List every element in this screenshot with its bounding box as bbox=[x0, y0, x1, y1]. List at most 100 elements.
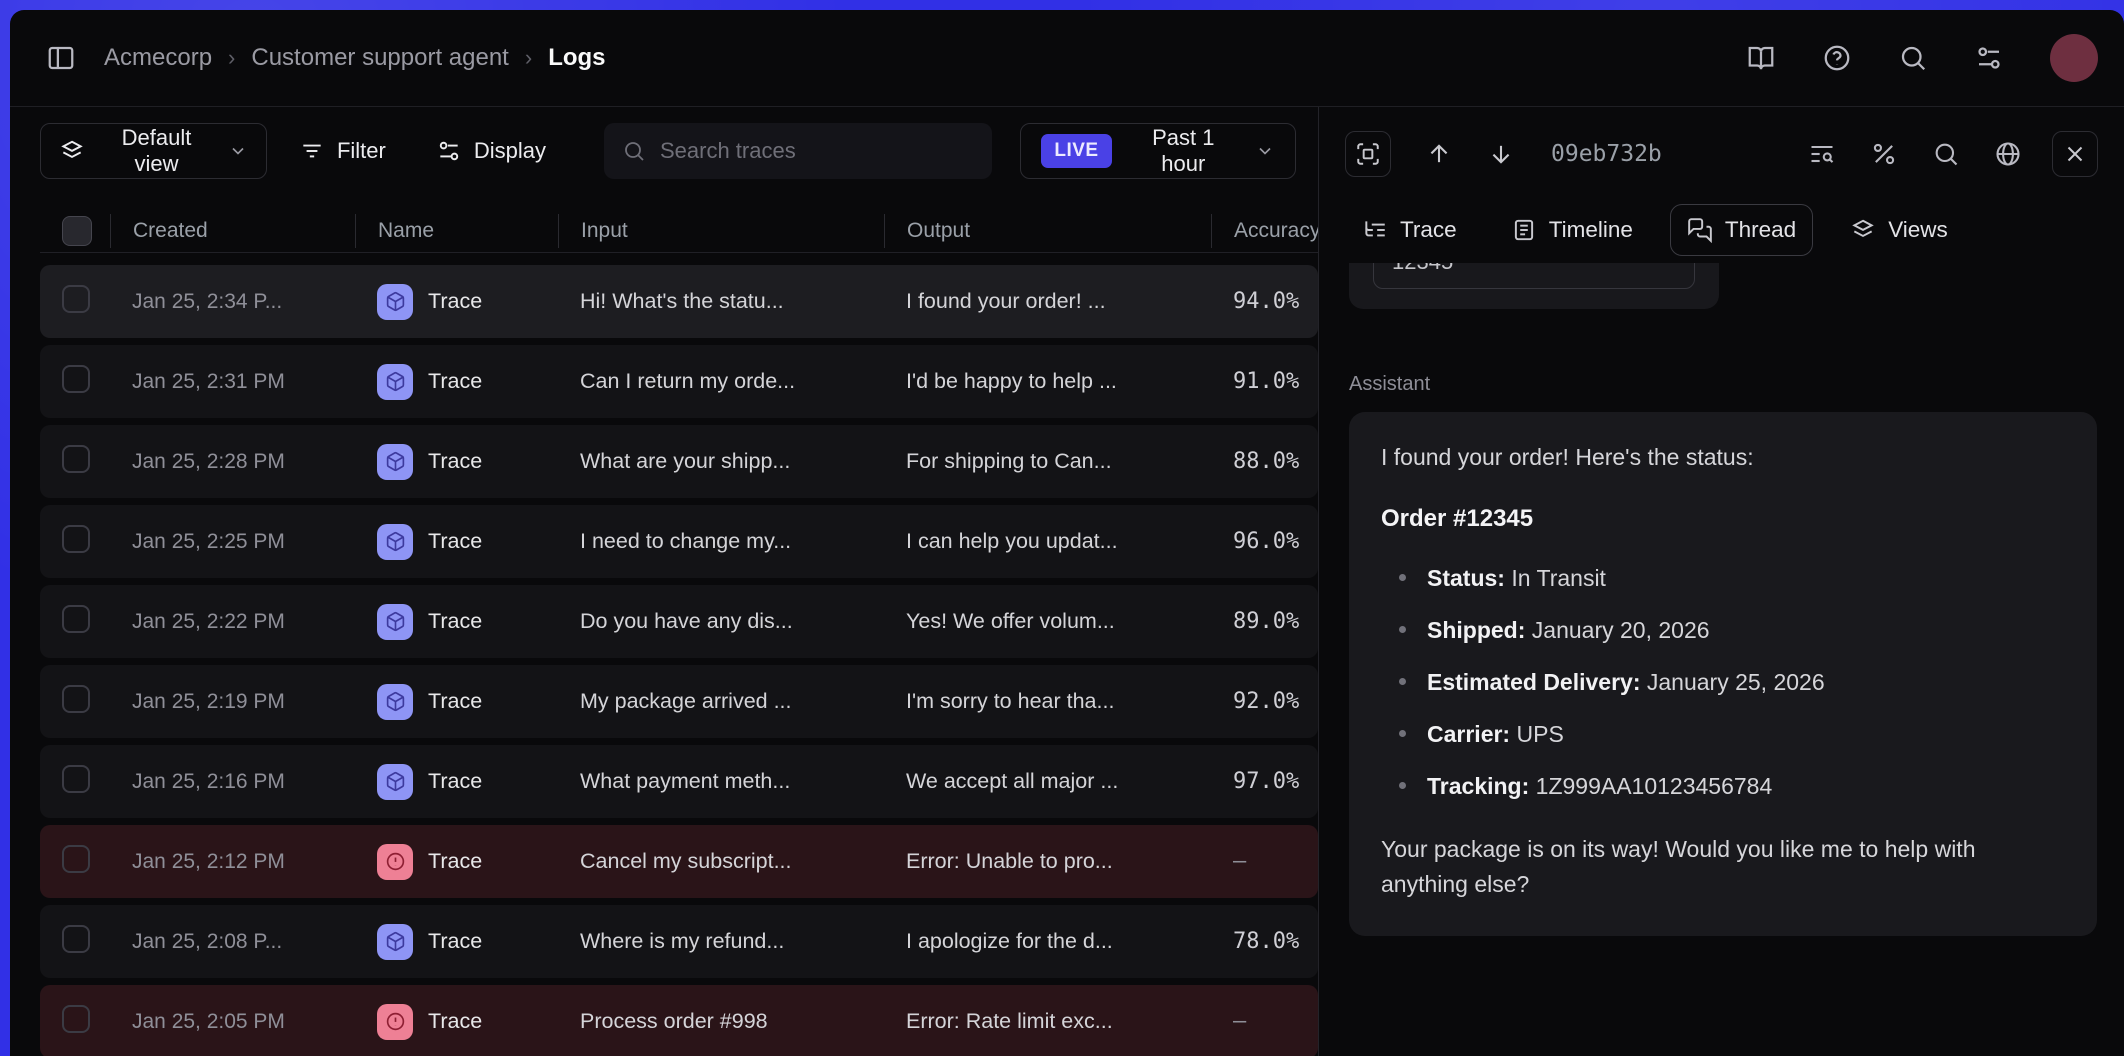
thread-chat-icon bbox=[1687, 217, 1713, 243]
search-traces-box bbox=[604, 123, 992, 179]
row-name: Trace bbox=[355, 924, 558, 960]
row-checkbox[interactable] bbox=[40, 445, 110, 478]
display-button[interactable]: Display bbox=[418, 123, 564, 179]
trace-cube-icon bbox=[377, 604, 413, 640]
row-name-label: Trace bbox=[428, 369, 482, 394]
tool-result-card: 12345 bbox=[1349, 263, 1719, 309]
table-row[interactable]: Jan 25, 2:31 PM Trace Can I return my or… bbox=[40, 345, 1318, 418]
row-name: Trace bbox=[355, 684, 558, 720]
search-traces-input[interactable] bbox=[660, 138, 974, 164]
tab-timeline[interactable]: Timeline bbox=[1494, 204, 1650, 256]
row-output: I found your order! ... bbox=[884, 289, 1211, 314]
error-alert-icon bbox=[377, 1004, 413, 1040]
table-row[interactable]: Jan 25, 2:05 PM Trace Process order #998… bbox=[40, 985, 1318, 1056]
close-panel-button[interactable] bbox=[2052, 131, 2098, 177]
avatar[interactable] bbox=[2050, 34, 2098, 82]
time-range-button[interactable]: LIVE Past 1 hour bbox=[1020, 123, 1296, 179]
help-icon[interactable] bbox=[1822, 43, 1852, 73]
expand-trace-button[interactable] bbox=[1345, 131, 1391, 177]
breadcrumb: Acmecorp › Customer support agent › Logs bbox=[104, 44, 606, 72]
table-row[interactable]: Jan 25, 2:12 PM Trace Cancel my subscrip… bbox=[40, 825, 1318, 898]
row-output: Error: Unable to pro... bbox=[884, 849, 1211, 874]
row-name: Trace bbox=[355, 444, 558, 480]
row-created: Jan 25, 2:19 PM bbox=[110, 690, 355, 714]
view-selector-button[interactable]: Default view bbox=[40, 123, 267, 179]
percent-icon[interactable] bbox=[1870, 140, 1898, 168]
row-input: I need to change my... bbox=[558, 529, 884, 554]
row-accuracy: 91.0% bbox=[1211, 369, 1318, 394]
row-accuracy: 89.0% bbox=[1211, 609, 1318, 634]
log-search-icon[interactable] bbox=[1808, 140, 1836, 168]
row-created: Jan 25, 2:12 PM bbox=[110, 850, 355, 874]
order-detail-item: Carrier: UPS bbox=[1381, 717, 2065, 752]
table-row[interactable]: Jan 25, 2:22 PM Trace Do you have any di… bbox=[40, 585, 1318, 658]
column-header-accuracy[interactable]: Accuracy bbox=[1211, 214, 1318, 248]
table-row[interactable]: Jan 25, 2:34 P... Trace Hi! What's the s… bbox=[40, 265, 1318, 338]
trace-cube-icon bbox=[377, 924, 413, 960]
filter-button[interactable]: Filter bbox=[281, 123, 404, 179]
breadcrumb-org[interactable]: Acmecorp bbox=[104, 44, 212, 72]
logs-toolbar: Default view Filter Display bbox=[40, 123, 1318, 179]
select-all-checkbox[interactable] bbox=[40, 214, 110, 248]
row-name: Trace bbox=[355, 364, 558, 400]
row-checkbox[interactable] bbox=[40, 285, 110, 318]
row-checkbox[interactable] bbox=[40, 925, 110, 958]
row-name-label: Trace bbox=[428, 1009, 482, 1034]
search-icon[interactable] bbox=[1898, 43, 1928, 73]
row-checkbox[interactable] bbox=[40, 365, 110, 398]
tab-views[interactable]: Views bbox=[1833, 204, 1965, 256]
row-input: Where is my refund... bbox=[558, 929, 884, 954]
table-row[interactable]: Jan 25, 2:08 P... Trace Where is my refu… bbox=[40, 905, 1318, 978]
table-row[interactable]: Jan 25, 2:28 PM Trace What are your ship… bbox=[40, 425, 1318, 498]
message-outro: Your package is on its way! Would you li… bbox=[1381, 832, 2065, 902]
table-row[interactable]: Jan 25, 2:16 PM Trace What payment meth.… bbox=[40, 745, 1318, 818]
row-name: Trace bbox=[355, 284, 558, 320]
row-input: What payment meth... bbox=[558, 769, 884, 794]
panel-tabs: Trace Timeline Thread bbox=[1319, 197, 2124, 263]
column-header-created[interactable]: Created bbox=[110, 214, 355, 248]
app-window: Acmecorp › Customer support agent › Logs bbox=[10, 10, 2124, 1056]
row-checkbox[interactable] bbox=[40, 765, 110, 798]
row-output: I'd be happy to help ... bbox=[884, 369, 1211, 394]
panel-header: 09eb732b bbox=[1319, 123, 2124, 185]
row-name-label: Trace bbox=[428, 609, 482, 634]
row-created: Jan 25, 2:08 P... bbox=[110, 930, 355, 954]
row-output: Yes! We offer volum... bbox=[884, 609, 1211, 634]
row-input: My package arrived ... bbox=[558, 689, 884, 714]
order-detail-item: Estimated Delivery: January 25, 2026 bbox=[1381, 665, 2065, 700]
table-row[interactable]: Jan 25, 2:25 PM Trace I need to change m… bbox=[40, 505, 1318, 578]
sidebar-toggle-icon[interactable] bbox=[46, 43, 76, 73]
tab-thread[interactable]: Thread bbox=[1670, 204, 1813, 256]
column-header-name[interactable]: Name bbox=[355, 214, 558, 248]
list-tree-icon bbox=[1362, 217, 1388, 243]
top-bar: Acmecorp › Customer support agent › Logs bbox=[10, 10, 2124, 107]
trace-cube-icon bbox=[377, 364, 413, 400]
table-row[interactable]: Jan 25, 2:19 PM Trace My package arrived… bbox=[40, 665, 1318, 738]
row-name: Trace bbox=[355, 524, 558, 560]
prev-trace-arrow-up-icon[interactable] bbox=[1425, 140, 1453, 168]
row-checkbox[interactable] bbox=[40, 525, 110, 558]
row-name-label: Trace bbox=[428, 289, 482, 314]
row-created: Jan 25, 2:34 P... bbox=[110, 290, 355, 314]
breadcrumb-project[interactable]: Customer support agent bbox=[251, 44, 508, 72]
column-header-output[interactable]: Output bbox=[884, 214, 1211, 248]
row-checkbox[interactable] bbox=[40, 685, 110, 718]
row-created: Jan 25, 2:25 PM bbox=[110, 530, 355, 554]
row-accuracy: 94.0% bbox=[1211, 289, 1318, 314]
tab-trace[interactable]: Trace bbox=[1345, 204, 1474, 256]
row-input: Process order #998 bbox=[558, 1009, 884, 1034]
trace-cube-icon bbox=[377, 444, 413, 480]
row-checkbox[interactable] bbox=[40, 1005, 110, 1038]
column-header-input[interactable]: Input bbox=[558, 214, 884, 248]
next-trace-arrow-down-icon[interactable] bbox=[1487, 140, 1515, 168]
row-accuracy: 97.0% bbox=[1211, 769, 1318, 794]
globe-icon[interactable] bbox=[1994, 140, 2022, 168]
row-output: For shipping to Can... bbox=[884, 449, 1211, 474]
row-output: I can help you updat... bbox=[884, 529, 1211, 554]
row-accuracy: 88.0% bbox=[1211, 449, 1318, 474]
row-checkbox[interactable] bbox=[40, 845, 110, 878]
settings-sliders-icon[interactable] bbox=[1974, 43, 2004, 73]
row-checkbox[interactable] bbox=[40, 605, 110, 638]
find-in-trace-icon[interactable] bbox=[1932, 140, 1960, 168]
docs-icon[interactable] bbox=[1746, 43, 1776, 73]
